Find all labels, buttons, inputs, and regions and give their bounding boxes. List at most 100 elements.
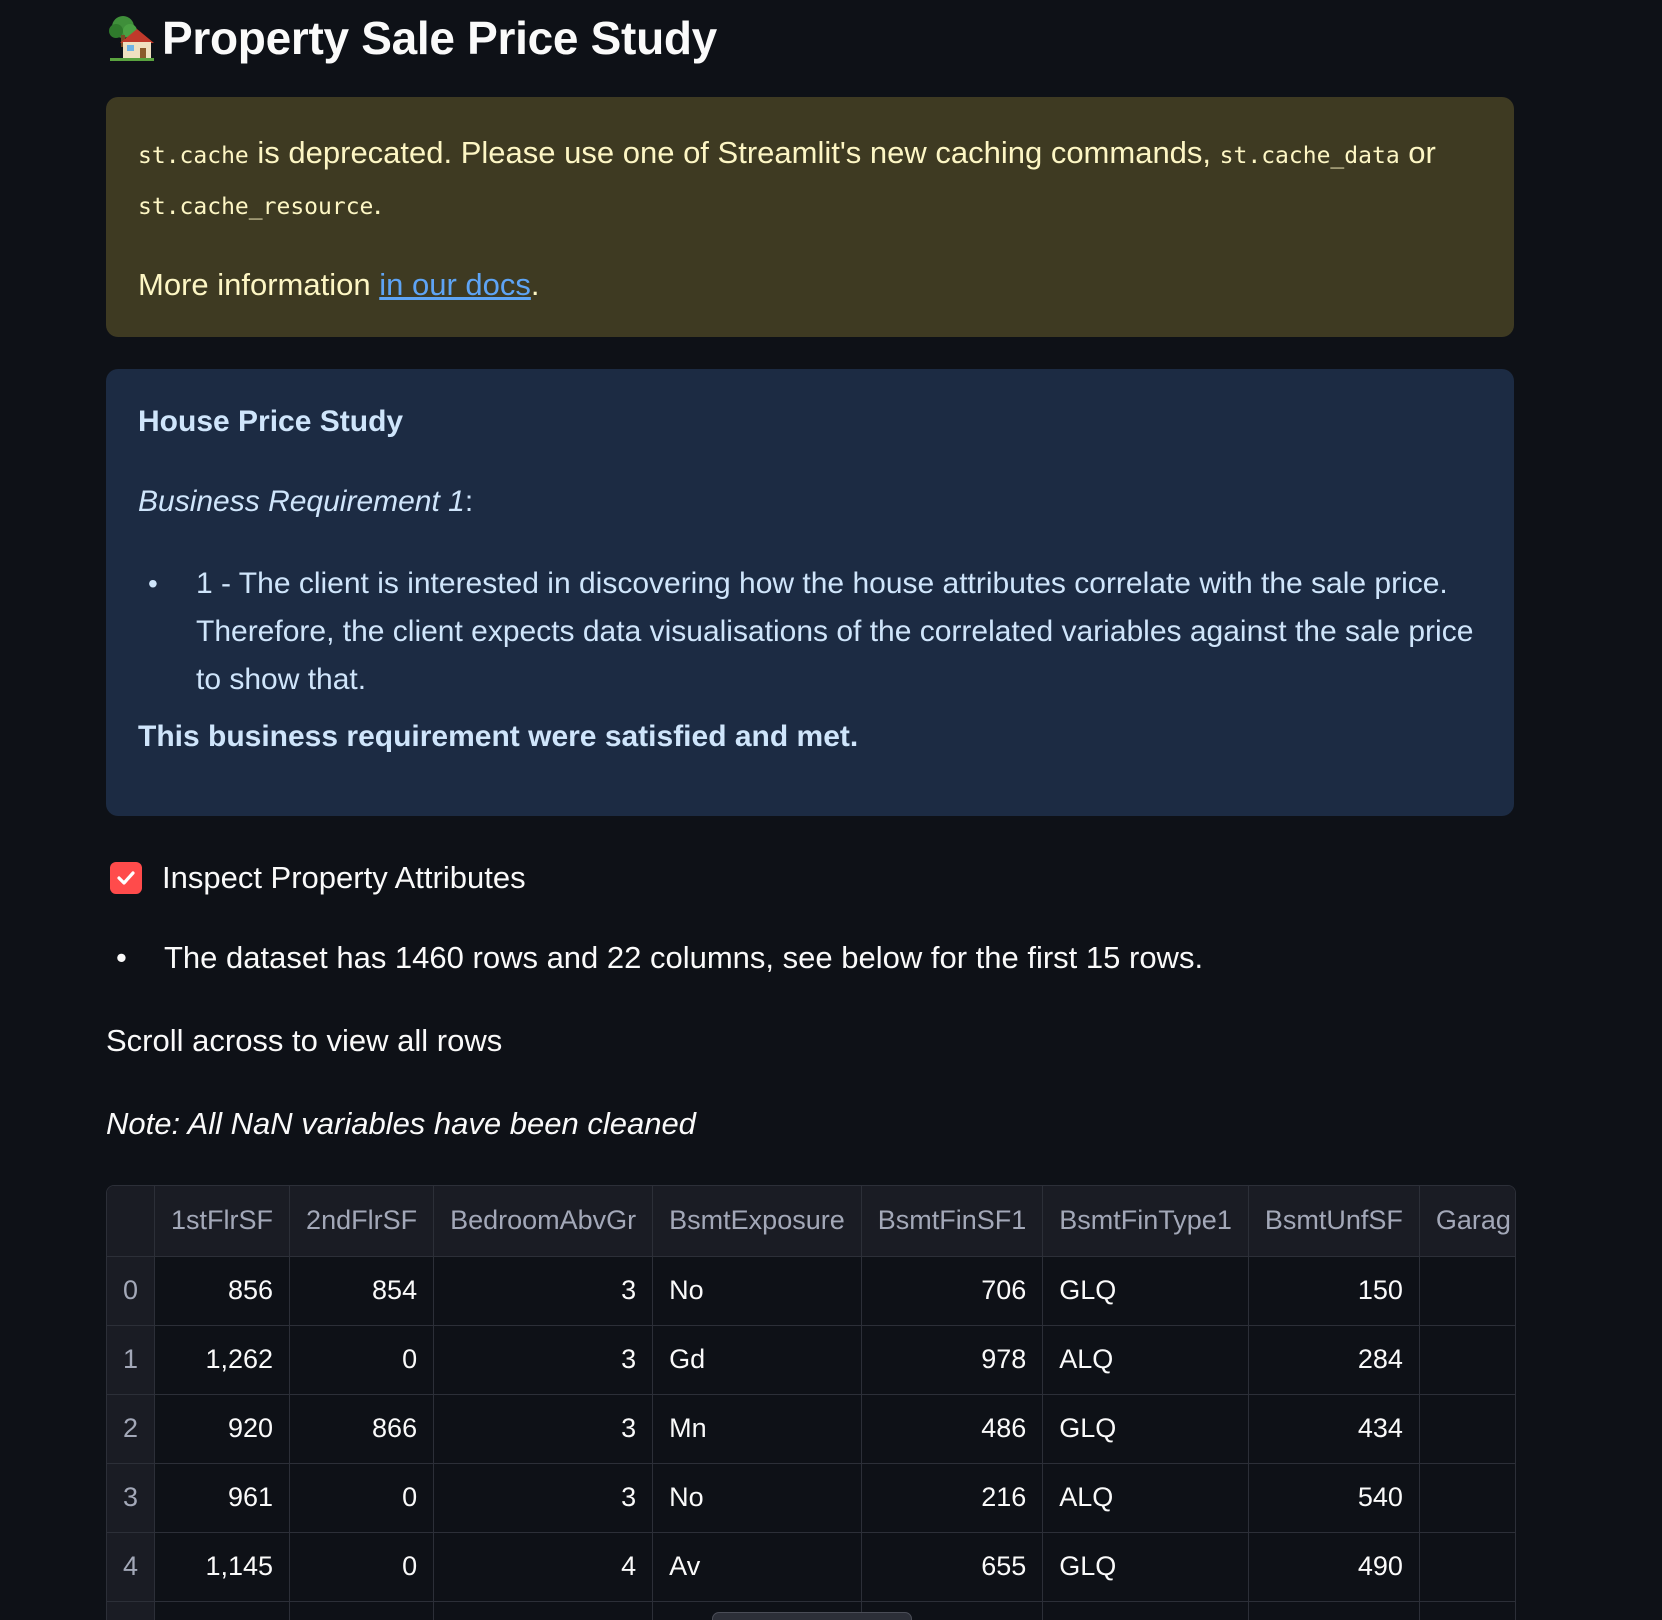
dataframe[interactable]: 1stFlrSF 2ndFlrSF BedroomAbvGr BsmtExpos… <box>106 1185 1516 1620</box>
table-cell[interactable]: 3 <box>433 1256 654 1326</box>
checkbox-label[interactable]: Inspect Property Attributes <box>162 860 526 896</box>
table-cell[interactable]: 4 <box>433 1532 654 1602</box>
bullet-dot-icon: • <box>116 940 127 975</box>
table-row: 3 961 0 3 No 216 ALQ 540 <box>107 1463 1515 1533</box>
column-header[interactable]: Garag <box>1419 1186 1515 1257</box>
table-cell[interactable]: 978 <box>861 1325 1044 1395</box>
warning-text-3: . <box>373 186 383 221</box>
warning-message: st.cache is deprecated. Please use one o… <box>138 129 1482 231</box>
table-cell[interactable]: GLQ <box>1042 1256 1249 1326</box>
app-page: Property Sale Price Study st.cache is de… <box>0 0 1662 1620</box>
table-cell[interactable] <box>1419 1325 1515 1395</box>
table-cell[interactable]: Av <box>652 1532 862 1602</box>
code-st-cache-resource: st.cache_resource <box>138 194 374 220</box>
requirement-satisfied: This business requirement were satisfied… <box>138 720 859 753</box>
requirement-colon: : <box>464 485 474 518</box>
table-cell[interactable]: No <box>652 1463 862 1533</box>
code-st-cache-data: st.cache_data <box>1219 143 1400 169</box>
row-index: 3 <box>107 1463 156 1533</box>
docs-link[interactable]: in our docs <box>379 267 531 302</box>
header-row: 1stFlrSF 2ndFlrSF BedroomAbvGr BsmtExpos… <box>107 1186 1515 1257</box>
table-cell[interactable]: 854 <box>289 1256 435 1326</box>
table-cell[interactable] <box>1419 1394 1515 1464</box>
table-cell[interactable]: 150 <box>1248 1256 1420 1326</box>
requirement-label: Business Requirement 1 <box>138 485 465 518</box>
checkbox-checked-icon[interactable] <box>110 862 142 894</box>
table-cell[interactable]: Gd <box>652 1325 862 1395</box>
table-cell[interactable]: 706 <box>861 1256 1044 1326</box>
inspect-attributes-checkbox-row[interactable]: Inspect Property Attributes <box>110 858 526 898</box>
column-header[interactable]: BsmtExposure <box>652 1186 862 1257</box>
table-cell[interactable]: 486 <box>861 1394 1044 1464</box>
row-index: 1 <box>107 1325 156 1395</box>
info-box: House Price Study Business Requirement 1… <box>106 369 1514 816</box>
table-cell[interactable]: 856 <box>154 1256 291 1326</box>
table-cell[interactable] <box>433 1601 654 1620</box>
dataset-bullet-text: The dataset has 1460 rows and 22 columns… <box>164 940 1204 975</box>
table-cell[interactable] <box>1419 1463 1515 1533</box>
column-header[interactable]: BsmtUnfSF <box>1248 1186 1420 1257</box>
table-cell[interactable]: GLQ <box>1042 1394 1249 1464</box>
table-cell[interactable]: 3 <box>433 1394 654 1464</box>
requirement-text: 1 - The client is interested in discover… <box>196 567 1474 696</box>
row-index <box>107 1601 156 1620</box>
more-information: More information in our docs. <box>138 261 1482 309</box>
data-table: 1stFlrSF 2ndFlrSF BedroomAbvGr BsmtExpos… <box>107 1186 1515 1620</box>
requirement-line: Business Requirement 1: <box>138 485 473 519</box>
page-title: Property Sale Price Study <box>106 8 717 68</box>
column-header[interactable]: 2ndFlrSF <box>289 1186 435 1257</box>
dataset-bullet: • The dataset has 1460 rows and 22 colum… <box>106 940 1203 976</box>
table-cell[interactable]: 540 <box>1248 1463 1420 1533</box>
column-header[interactable]: 1stFlrSF <box>154 1186 291 1257</box>
table-cell[interactable]: ALQ <box>1042 1325 1249 1395</box>
horizontal-scrollbar[interactable] <box>712 1612 912 1620</box>
table-cell[interactable] <box>1419 1256 1515 1326</box>
table-cell[interactable]: 0 <box>289 1325 435 1395</box>
table-row: 0 856 854 3 No 706 GLQ 150 <box>107 1256 1515 1326</box>
table-cell[interactable]: 3 <box>433 1325 654 1395</box>
page-title-text: Property Sale Price Study <box>162 12 717 64</box>
table-cell[interactable]: 1,145 <box>154 1532 291 1602</box>
table-cell[interactable]: 0 <box>289 1532 435 1602</box>
column-header[interactable]: BedroomAbvGr <box>433 1186 654 1257</box>
row-index: 2 <box>107 1394 156 1464</box>
warning-text-2: or <box>1399 135 1436 170</box>
table-cell[interactable] <box>1248 1601 1420 1620</box>
nan-note: Note: All NaN variables have been cleane… <box>106 1106 696 1141</box>
table-cell[interactable]: 284 <box>1248 1325 1420 1395</box>
scroll-hint: Scroll across to view all rows <box>106 1023 503 1058</box>
table-cell[interactable]: 3 <box>433 1463 654 1533</box>
more-prefix: More information <box>138 267 380 302</box>
table-cell[interactable]: 490 <box>1248 1532 1420 1602</box>
table-cell[interactable]: 655 <box>861 1532 1044 1602</box>
table-cell[interactable]: 0 <box>289 1463 435 1533</box>
table-row: 4 1,145 0 4 Av 655 GLQ 490 <box>107 1532 1515 1602</box>
table-cell[interactable] <box>1419 1532 1515 1602</box>
table-row: 1 1,262 0 3 Gd 978 ALQ 284 <box>107 1325 1515 1395</box>
table-cell[interactable]: Mn <box>652 1394 862 1464</box>
table-cell[interactable]: 866 <box>289 1394 435 1464</box>
column-header-index[interactable] <box>107 1186 156 1257</box>
table-cell[interactable]: 1,262 <box>154 1325 291 1395</box>
table-cell[interactable]: 920 <box>154 1394 291 1464</box>
house-with-garden-icon <box>106 13 156 63</box>
row-index: 4 <box>107 1532 156 1602</box>
table-cell[interactable] <box>1419 1601 1515 1620</box>
code-st-cache: st.cache <box>138 143 249 169</box>
info-heading: House Price Study <box>138 405 404 438</box>
bullet-dot-icon: • <box>148 568 158 599</box>
requirement-bullet: • 1 - The client is interested in discov… <box>138 560 1478 704</box>
warning-text-1: is deprecated. Please use one of Streaml… <box>248 135 1220 170</box>
table-cell[interactable] <box>1042 1601 1249 1620</box>
table-cell[interactable]: No <box>652 1256 862 1326</box>
table-cell[interactable] <box>154 1601 291 1620</box>
table-cell[interactable]: 434 <box>1248 1394 1420 1464</box>
table-row: 2 920 866 3 Mn 486 GLQ 434 <box>107 1394 1515 1464</box>
table-cell[interactable]: GLQ <box>1042 1532 1249 1602</box>
table-cell[interactable] <box>289 1601 435 1620</box>
table-cell[interactable]: 216 <box>861 1463 1044 1533</box>
column-header[interactable]: BsmtFinSF1 <box>861 1186 1044 1257</box>
column-header[interactable]: BsmtFinType1 <box>1042 1186 1249 1257</box>
table-cell[interactable]: 961 <box>154 1463 291 1533</box>
table-cell[interactable]: ALQ <box>1042 1463 1249 1533</box>
